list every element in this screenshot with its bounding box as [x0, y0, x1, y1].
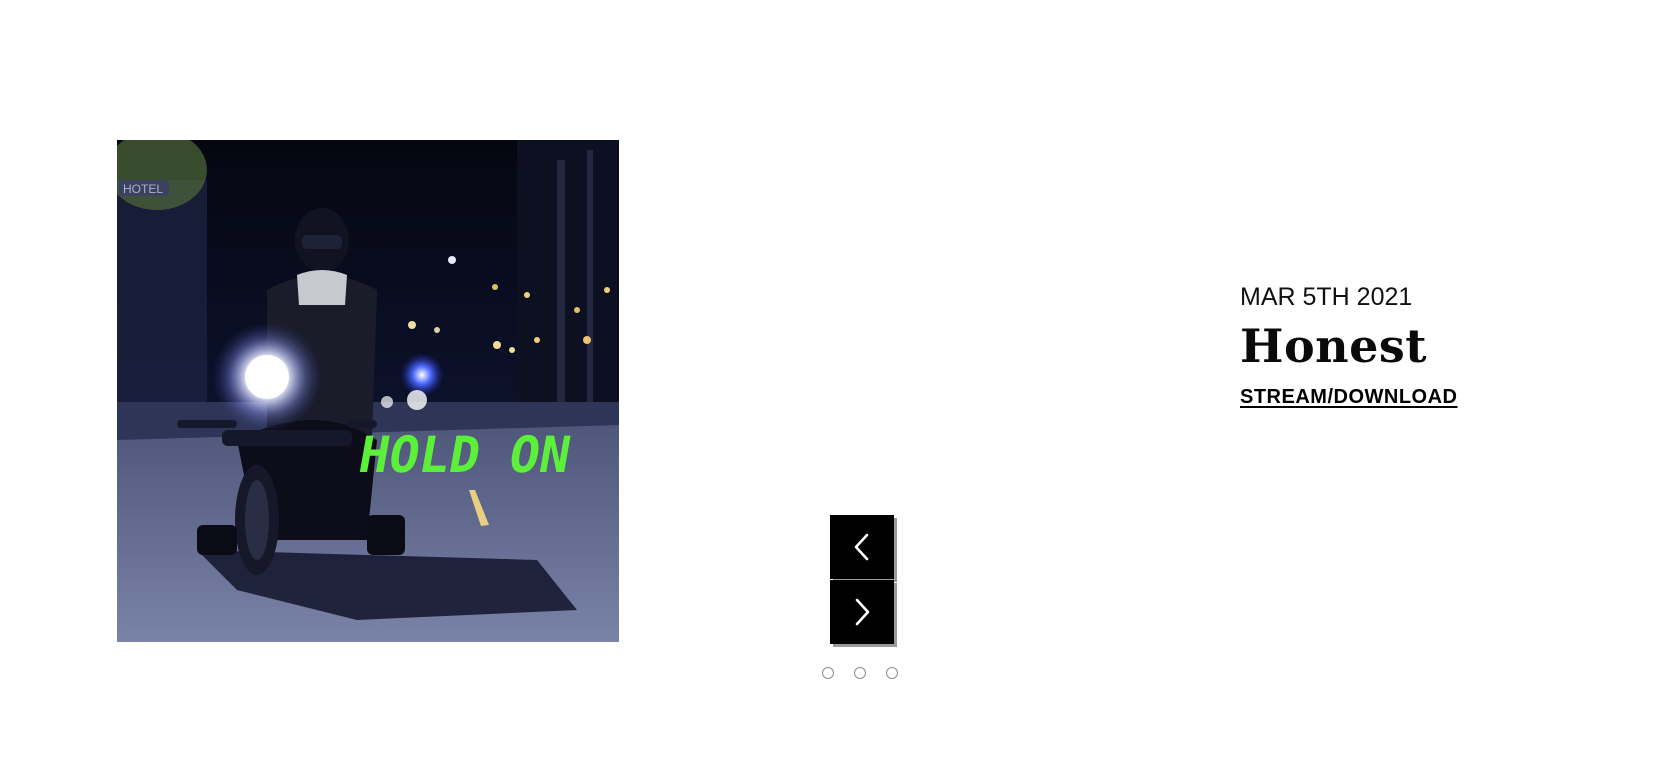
- cover-graffiti-text: HOLD ON: [354, 425, 575, 484]
- pagination-dot-2[interactable]: [854, 667, 866, 679]
- album-cover-artwork: HOTEL HOLD ON: [117, 140, 619, 642]
- chevron-right-icon: [855, 598, 870, 626]
- next-slide-button[interactable]: [830, 580, 894, 644]
- slider-pagination: [822, 667, 898, 679]
- hotel-sign-text: HOTEL: [123, 182, 163, 196]
- pagination-dot-1[interactable]: [822, 667, 834, 679]
- chevron-left-icon: [854, 533, 869, 561]
- pagination-dot-3[interactable]: [886, 667, 898, 679]
- stream-download-link[interactable]: STREAM/DOWNLOAD: [1240, 386, 1457, 409]
- previous-slide-button[interactable]: [830, 515, 894, 579]
- album-cover-image: HOTEL HOLD ON: [117, 140, 619, 642]
- release-date: MAR 5TH 2021: [1240, 283, 1413, 311]
- release-info: MAR 5TH 2021 Honest STREAM/DOWNLOAD: [1240, 282, 1457, 409]
- release-title: Honest: [1240, 319, 1427, 373]
